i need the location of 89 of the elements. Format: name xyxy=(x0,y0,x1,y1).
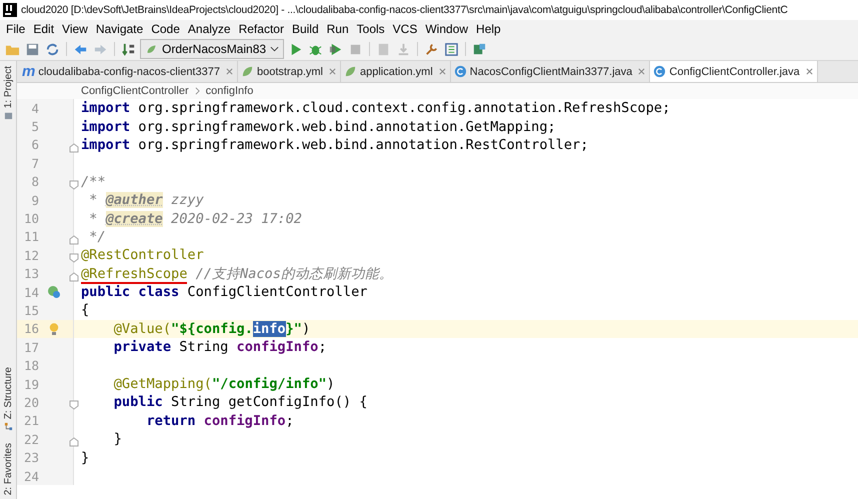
menu-item[interactable]: Code xyxy=(147,22,184,36)
line-number: 12 xyxy=(22,248,39,263)
fold-marker-icon[interactable] xyxy=(69,180,79,190)
close-icon[interactable] xyxy=(806,68,813,75)
tool-window-tab[interactable]: 2: Favorites xyxy=(2,442,14,495)
window-title: cloud2020 [D:\devSoft\JetBrains\IdeaProjects\cloud2020] - ...\cloudalibaba-config-nacos-client3377\src\main\java\com\atguigu\springcloud\alibaba\controller\ConfigClientC xyxy=(21,4,788,16)
code-line: @RefreshScope //支持Nacos的动态刷新功能。 xyxy=(81,264,393,283)
menu-item[interactable]: Run xyxy=(322,22,353,36)
line-number: 21 xyxy=(22,413,39,428)
line-number: 23 xyxy=(22,450,39,466)
menu-item[interactable]: View xyxy=(58,22,92,36)
code-line: /** xyxy=(81,172,106,191)
line-number: 7 xyxy=(30,156,39,171)
code-line: * @create 2020-02-23 17:02 xyxy=(88,210,302,228)
fold-marker-icon[interactable] xyxy=(69,234,79,245)
fold-marker-icon[interactable] xyxy=(69,437,79,448)
fold-marker-icon[interactable] xyxy=(69,253,79,264)
line-number: 10 xyxy=(22,211,39,226)
code-line: import org.springframework.web.bind.annotation.RestController; xyxy=(81,136,588,154)
menu-item[interactable]: Tools xyxy=(352,22,389,36)
line-number: 11 xyxy=(22,229,39,244)
editor-tab[interactable]: ConfigClientController.java xyxy=(650,61,818,82)
caret-icon xyxy=(270,46,280,52)
line-number: 18 xyxy=(22,358,39,374)
menu-item[interactable]: Refactor xyxy=(234,22,288,36)
line-number: 24 xyxy=(22,468,39,484)
fold-marker-icon[interactable] xyxy=(69,142,79,153)
menu-item[interactable]: Navigate xyxy=(92,22,148,36)
line-number: 6 xyxy=(30,137,39,152)
editor-tab[interactable]: bootstrap.yml xyxy=(238,61,341,82)
module-letter-label: m xyxy=(22,65,36,78)
tool-window-tab[interactable]: 1: Project xyxy=(2,66,14,108)
line-number: 17 xyxy=(22,340,39,355)
code-line: @GetMapping("/config/info") xyxy=(112,375,335,394)
fold-marker-icon[interactable] xyxy=(69,272,79,282)
close-icon[interactable] xyxy=(638,68,646,75)
line-number: 5 xyxy=(30,119,39,134)
breadcrumb-item[interactable]: configInfo xyxy=(206,85,254,97)
code-line: } xyxy=(81,448,90,467)
class-icon xyxy=(653,65,666,78)
structure-icon[interactable] xyxy=(443,40,460,58)
line-number: 15 xyxy=(22,302,39,318)
code-line: import org.springframework.cloud.context.config.annotation.RefreshScope; xyxy=(81,99,670,118)
code-line: import org.springframework.web.bind.annotation.GetMapping; xyxy=(81,118,556,136)
menu-item[interactable]: Analyze xyxy=(184,22,235,36)
editor-tab[interactable]: m cloudalibaba-config-nacos-client3377 xyxy=(19,61,238,82)
line-number: 8 xyxy=(30,174,39,190)
code-line: @Value("${config.info}") xyxy=(112,320,310,338)
leaf-icon xyxy=(344,65,357,78)
menu-item[interactable]: Help xyxy=(472,22,505,36)
line-number: 4 xyxy=(30,100,39,116)
run-configuration-dropdown[interactable]: OrderNacosMain83 xyxy=(140,39,284,59)
menu-item[interactable]: Build xyxy=(288,22,323,36)
code-line: public class ConfigClientController xyxy=(81,283,368,302)
leaf-icon xyxy=(145,42,158,56)
code-line: private String configInfo; xyxy=(112,338,327,356)
line-number: 14 xyxy=(22,284,39,300)
code-line: @RestController xyxy=(81,246,204,264)
code-line: { xyxy=(81,301,90,320)
code-line: */ xyxy=(88,228,106,246)
line-number: 20 xyxy=(22,394,39,410)
tool-window-tab[interactable]: Z: Structure xyxy=(2,366,14,419)
code-line: return configInfo; xyxy=(145,412,294,430)
line-number: 16 xyxy=(22,321,39,336)
menu-item[interactable]: Edit xyxy=(29,22,58,36)
structure-icon xyxy=(4,422,12,431)
code-line: public String getConfigInfo() { xyxy=(112,393,368,412)
line-number: 22 xyxy=(22,432,39,447)
editor-tab[interactable]: application.yml xyxy=(341,61,451,82)
class-icon xyxy=(454,65,467,78)
class-icon[interactable] xyxy=(47,285,61,300)
line-number: 9 xyxy=(30,192,39,208)
code-line: * @auther zzyy xyxy=(88,191,204,210)
line-number: 13 xyxy=(22,266,39,282)
menu-item[interactable]: File xyxy=(2,22,30,36)
close-icon[interactable] xyxy=(226,68,233,75)
breadcrumb-item[interactable]: ConfigClientController xyxy=(81,85,189,97)
leaf-icon xyxy=(240,65,254,78)
chevron-icon xyxy=(194,87,200,95)
menu-item[interactable]: Window xyxy=(421,22,472,36)
close-icon[interactable] xyxy=(438,68,446,75)
code-line: } xyxy=(112,430,122,448)
close-icon[interactable] xyxy=(329,68,336,75)
fold-marker-icon[interactable] xyxy=(69,400,79,410)
folder-icon xyxy=(4,111,12,120)
menu-item[interactable]: VCS xyxy=(388,22,422,36)
app-logo-icon xyxy=(3,3,17,17)
line-number: 19 xyxy=(22,376,39,392)
lightbulb-icon[interactable] xyxy=(48,322,60,336)
